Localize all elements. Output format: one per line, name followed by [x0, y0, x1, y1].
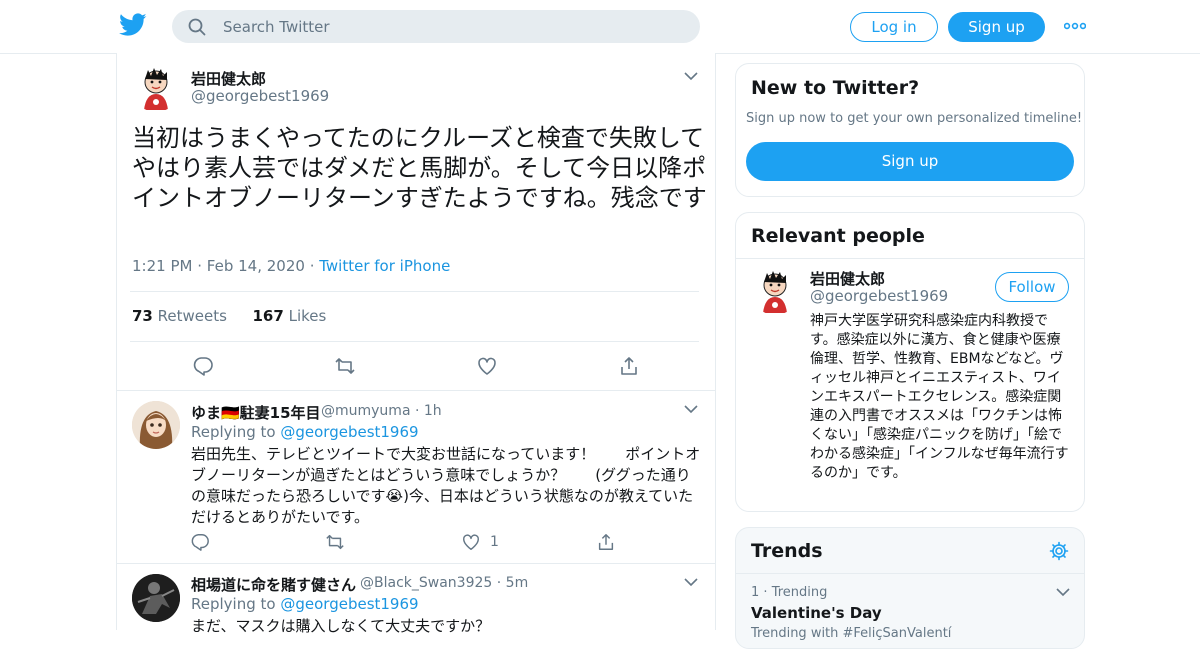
reply-icon[interactable] — [190, 532, 210, 552]
trend-subtext: Trending with #FeliçSanValentí — [751, 626, 952, 641]
tweet-author-name[interactable]: 岩田健太郎 — [191, 68, 266, 89]
tweet-author-handle[interactable]: @georgebest1969 — [191, 87, 329, 105]
meta-separator: · — [414, 403, 424, 419]
mention-link[interactable]: @georgebest1969 — [280, 595, 418, 613]
tweet-timestamp: 1:21 PM · Feb 14, 2020 · Twitter for iPh… — [132, 257, 450, 275]
avatar-illustration — [751, 267, 799, 315]
meta-separator: · — [197, 257, 207, 275]
tweet-text: 当初はうまくやってたのにクルーズと検査で失敗してやはり素人芸ではダメだと馬脚が。… — [132, 124, 707, 212]
retweets-label[interactable]: Retweets — [158, 307, 227, 325]
trend-meta: 1 · Trending — [751, 585, 827, 600]
login-button[interactable]: Log in — [850, 12, 938, 42]
top-navigation-bar: Search Twitter Log in Sign up — [0, 0, 1200, 54]
retweets-count[interactable]: 73 — [132, 307, 153, 325]
meta-separator: · — [496, 575, 506, 591]
replying-prefix: Replying to — [191, 423, 276, 441]
divider — [130, 291, 699, 292]
avatar-illustration — [132, 64, 180, 112]
timeline-column: 岩田健太郎 @georgebest1969 当初はうまくやってたのにクルーズと検… — [116, 53, 716, 635]
divider — [130, 341, 699, 342]
like-count[interactable]: 1 — [490, 534, 499, 550]
follow-button[interactable]: Follow — [995, 272, 1069, 302]
tweet-stats: 73 Retweets 167 Likes — [132, 307, 326, 325]
settings-icon[interactable] — [1049, 541, 1069, 561]
twitter-logo-icon[interactable] — [119, 13, 147, 37]
tweet-time[interactable]: 1:21 PM — [132, 257, 192, 275]
reply-text: まだ、マスクは購入しなくて大丈夫ですか？ — [191, 617, 491, 635]
mention-link[interactable]: @georgebest1969 — [280, 423, 418, 441]
likes-label[interactable]: Likes — [289, 307, 327, 325]
reply-author-handle: @mumyuma · 1h — [321, 403, 442, 419]
avatar[interactable] — [132, 64, 180, 112]
tweet-source-link[interactable]: Twitter for iPhone — [319, 257, 450, 275]
reply-handle-text[interactable]: @Black_Swan3925 — [360, 575, 492, 591]
reply-text: 岩田先生、テレビとツイートで大変お世話になっています！ ポイントオブノーリターン… — [191, 445, 701, 526]
chevron-down-icon[interactable] — [1056, 587, 1070, 597]
signup-subtitle: Sign up now to get your own personalized… — [746, 111, 1083, 126]
search-icon — [188, 18, 206, 36]
trend-name[interactable]: Valentine's Day — [751, 604, 882, 622]
like-icon[interactable] — [476, 355, 498, 377]
signup-button[interactable]: Sign up — [746, 142, 1074, 181]
chevron-down-icon[interactable] — [684, 71, 698, 81]
avatar-illustration — [132, 401, 180, 449]
person-handle[interactable]: @georgebest1969 — [810, 287, 948, 305]
share-icon[interactable] — [596, 532, 616, 552]
search-placeholder[interactable]: Search Twitter — [223, 18, 330, 36]
replying-to: Replying to @georgebest1969 — [191, 423, 419, 441]
reply-time[interactable]: 1h — [424, 403, 442, 419]
trend-label: Trending — [771, 585, 828, 600]
card-title: Relevant people — [751, 225, 925, 247]
avatar[interactable] — [751, 267, 799, 315]
avatar[interactable] — [132, 574, 180, 622]
trends-card: Trends 1 · Trending Valentine's Day Tren… — [735, 527, 1085, 649]
card-title: Trends — [751, 540, 823, 562]
person-name[interactable]: 岩田健太郎 — [810, 268, 885, 289]
person-bio: 神戸大学医学研究科感染症内科教授です。感染症以外に漢方、食と健康や医療倫理、哲学… — [810, 313, 1069, 481]
signup-button[interactable]: Sign up — [948, 12, 1045, 42]
chevron-down-icon[interactable] — [684, 577, 698, 587]
new-to-twitter-card: New to Twitter? Sign up now to get your … — [735, 63, 1085, 197]
trend-rank: 1 — [751, 585, 760, 600]
relevant-people-card: Relevant people 岩田健太郎 @georgebest1969 Fo… — [735, 212, 1085, 512]
replying-to: Replying to @georgebest1969 — [191, 595, 419, 613]
avatar-illustration — [132, 574, 180, 622]
divider — [736, 573, 1084, 574]
meta-separator: · — [763, 585, 772, 600]
like-icon[interactable] — [461, 532, 481, 552]
likes-count[interactable]: 167 — [253, 307, 284, 325]
retweet-icon[interactable] — [325, 532, 345, 552]
tweet-date[interactable]: Feb 14, 2020 — [207, 257, 305, 275]
reply-author-name[interactable]: 相場道に命を賭す健さん — [191, 574, 356, 595]
divider — [117, 390, 715, 391]
divider — [117, 563, 715, 564]
avatar[interactable] — [132, 401, 180, 449]
chevron-down-icon[interactable] — [684, 404, 698, 414]
share-icon[interactable] — [618, 355, 640, 377]
more-icon[interactable] — [1064, 19, 1086, 33]
reply-time[interactable]: 5m — [506, 575, 529, 591]
reply-author-name[interactable]: ゆま🇩🇪駐妻15年目 — [191, 402, 321, 423]
card-title: New to Twitter? — [751, 77, 920, 99]
meta-separator: · — [309, 257, 320, 275]
reply-author-handle: @Black_Swan3925 · 5m — [360, 575, 528, 591]
reply-icon[interactable] — [192, 355, 214, 377]
divider — [736, 258, 1084, 259]
reply-handle-text[interactable]: @mumyuma — [321, 403, 411, 419]
replying-prefix: Replying to — [191, 595, 276, 613]
retweet-icon[interactable] — [334, 355, 356, 377]
search-bar[interactable]: Search Twitter — [172, 10, 700, 43]
